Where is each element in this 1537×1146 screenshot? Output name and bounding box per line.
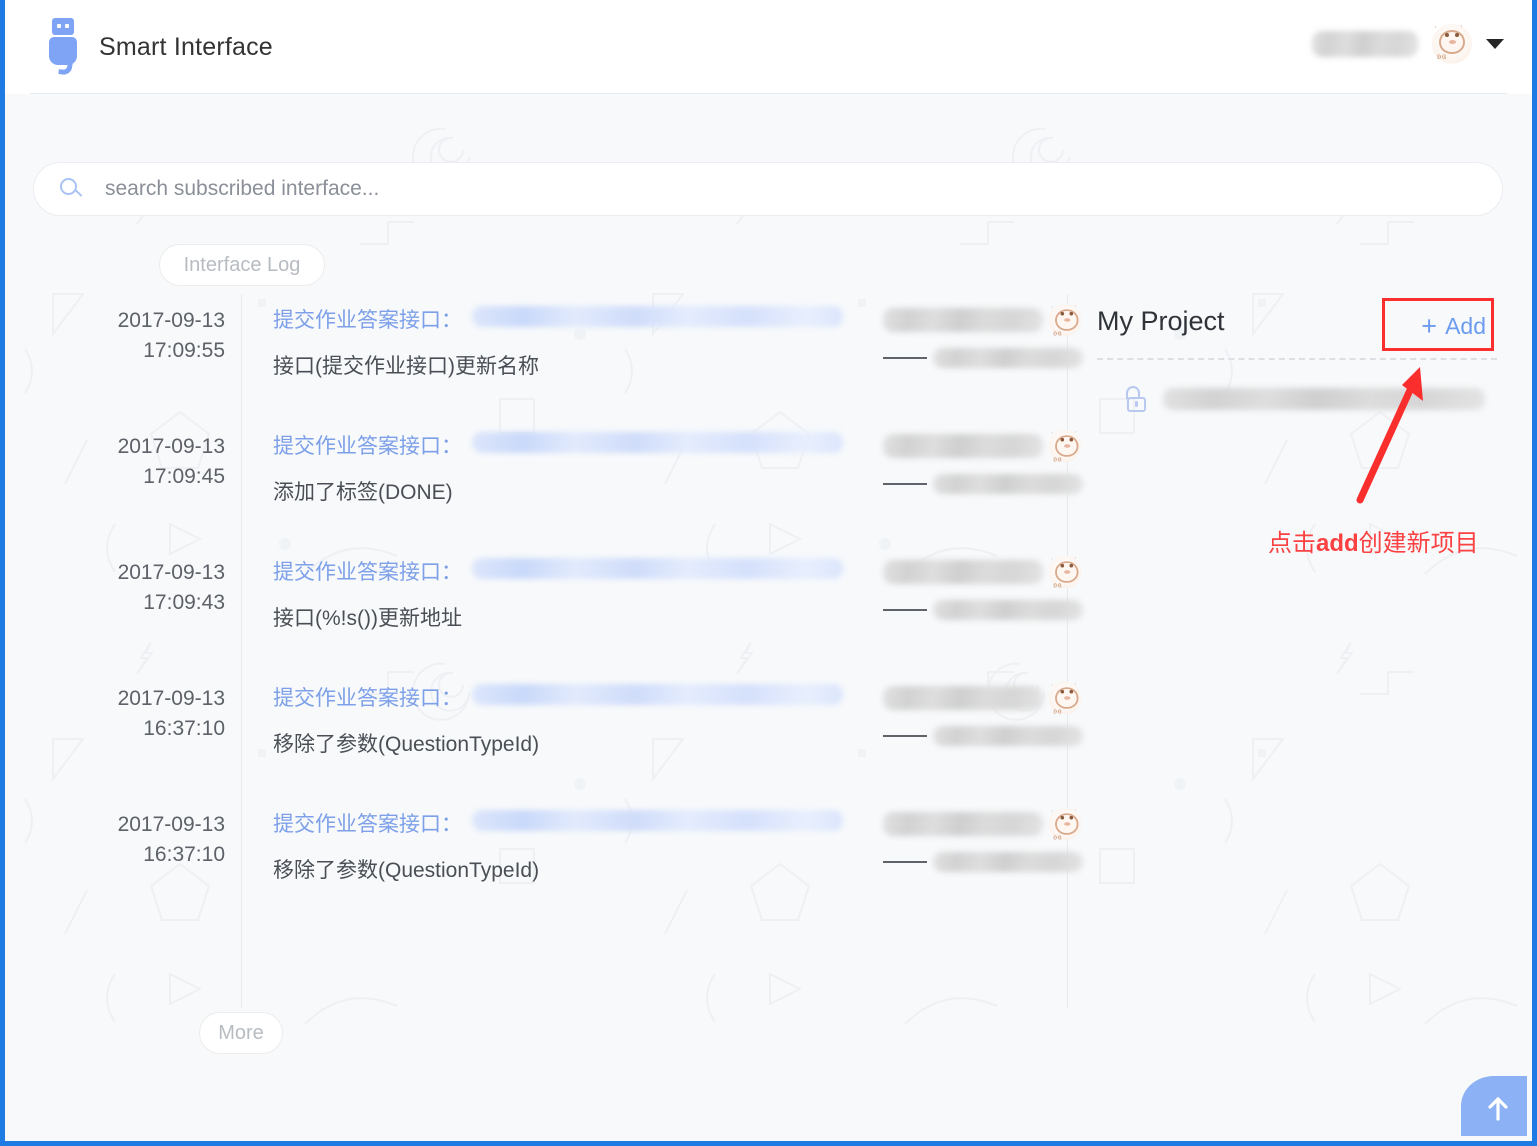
log-entry-description: 移除了参数(QuestionTypeId) bbox=[273, 854, 843, 884]
log-entry-meta-dash bbox=[883, 861, 927, 863]
log-entry-content: 提交作业答案接口： 接口(%!s())更新地址 bbox=[273, 556, 843, 632]
log-entry-time: 17:09:45 bbox=[65, 462, 225, 492]
log-entry-author-block: ʾʿ ʚɞ bbox=[883, 802, 1083, 872]
app-header: Smart Interface ʾʿ ʚɞ bbox=[5, 0, 1532, 94]
log-entry-content: 提交作业答案接口： 移除了参数(QuestionTypeId) bbox=[273, 682, 843, 758]
log-entry-meta-dash bbox=[883, 735, 927, 737]
chevron-down-icon[interactable] bbox=[1486, 39, 1504, 49]
log-entry-meta-redacted bbox=[933, 852, 1083, 872]
username-redacted bbox=[1312, 31, 1418, 57]
interface-log-list: 2017-09-13 17:09:55 提交作业答案接口： 接口(提交作业接口)… bbox=[65, 290, 1075, 920]
log-entry[interactable]: 2017-09-13 17:09:55 提交作业答案接口： 接口(提交作业接口)… bbox=[65, 290, 1075, 416]
log-entry-author-avatar: ʾʿ ʚɞ bbox=[1049, 682, 1081, 714]
log-entry-title[interactable]: 提交作业答案接口： bbox=[273, 682, 462, 712]
log-entry[interactable]: 2017-09-13 16:37:10 提交作业答案接口： 移除了参数(Ques… bbox=[65, 794, 1075, 920]
log-entry-author-avatar: ʾʿ ʚɞ bbox=[1049, 556, 1081, 588]
app-title: Smart Interface bbox=[99, 33, 273, 62]
log-entry-time: 16:37:10 bbox=[65, 714, 225, 744]
log-entry-description: 添加了标签(DONE) bbox=[273, 476, 843, 506]
log-entry-title[interactable]: 提交作业答案接口： bbox=[273, 430, 462, 460]
log-entry-meta-dash bbox=[883, 357, 927, 359]
log-entry-meta-redacted bbox=[933, 348, 1083, 368]
log-entry-content: 提交作业答案接口： 接口(提交作业接口)更新名称 bbox=[273, 304, 843, 380]
log-entry-date: 2017-09-13 bbox=[65, 684, 225, 714]
log-entry-url-redacted bbox=[472, 432, 843, 453]
usb-icon bbox=[45, 18, 81, 76]
log-entry[interactable]: 2017-09-13 17:09:43 提交作业答案接口： 接口(%!s())更… bbox=[65, 542, 1075, 668]
log-entry-author-redacted bbox=[883, 434, 1043, 458]
log-entry-author-avatar: ʾʿ ʚɞ bbox=[1049, 304, 1081, 336]
log-entry-description: 接口(%!s())更新地址 bbox=[273, 602, 843, 632]
log-entry[interactable]: 2017-09-13 16:37:10 提交作业答案接口： 移除了参数(Ques… bbox=[65, 668, 1075, 794]
log-entry-time: 17:09:43 bbox=[65, 588, 225, 618]
log-entry-time: 16:37:10 bbox=[65, 840, 225, 870]
more-button[interactable]: More bbox=[199, 1012, 283, 1054]
log-entry-meta-dash bbox=[883, 483, 927, 485]
browser-window-edge-bottom bbox=[0, 1141, 1537, 1146]
log-entry-content: 提交作业答案接口： 移除了参数(QuestionTypeId) bbox=[273, 808, 843, 884]
user-menu[interactable]: ʾʿ ʚɞ bbox=[1312, 24, 1504, 64]
search-icon bbox=[60, 178, 83, 201]
search-input[interactable] bbox=[103, 176, 1403, 202]
log-entry-timestamp: 2017-09-13 16:37:10 bbox=[65, 810, 225, 870]
tab-interface-log[interactable]: Interface Log bbox=[159, 244, 325, 286]
log-entry-meta-redacted bbox=[933, 474, 1083, 494]
log-entry-date: 2017-09-13 bbox=[65, 810, 225, 840]
log-entry-timestamp: 2017-09-13 17:09:43 bbox=[65, 558, 225, 618]
log-entry-timestamp: 2017-09-13 17:09:45 bbox=[65, 432, 225, 492]
log-entry-date: 2017-09-13 bbox=[65, 558, 225, 588]
log-entry-description: 接口(提交作业接口)更新名称 bbox=[273, 350, 843, 380]
header-divider bbox=[30, 93, 1507, 94]
browser-window-edge-left bbox=[0, 0, 5, 1146]
log-entry-author-block: ʾʿ ʚɞ bbox=[883, 424, 1083, 494]
annotation-text-suffix: 创建新项目 bbox=[1359, 530, 1479, 557]
log-entry-author-redacted bbox=[883, 686, 1043, 710]
log-entry-author-redacted bbox=[883, 560, 1043, 584]
log-entry-title[interactable]: 提交作业答案接口： bbox=[273, 304, 462, 334]
log-entry-timestamp: 2017-09-13 17:09:55 bbox=[65, 306, 225, 366]
log-entry-url-redacted bbox=[472, 810, 843, 831]
log-entry-author-redacted bbox=[883, 812, 1043, 836]
page-body: Interface Log 2017-09-13 17:09:55 提交作业答案… bbox=[5, 94, 1532, 1141]
scroll-to-top-button[interactable] bbox=[1461, 1076, 1527, 1136]
brand[interactable]: Smart Interface bbox=[45, 18, 273, 76]
browser-window-edge-right bbox=[1532, 0, 1537, 1146]
log-entry-description: 移除了参数(QuestionTypeId) bbox=[273, 728, 843, 758]
search-bar[interactable] bbox=[33, 162, 1503, 216]
log-entry-author-block: ʾʿ ʚɞ bbox=[883, 298, 1083, 368]
log-entry-url-redacted bbox=[472, 684, 843, 705]
log-entry-title[interactable]: 提交作业答案接口： bbox=[273, 556, 462, 586]
log-entry-author-avatar: ʾʿ ʚɞ bbox=[1049, 430, 1081, 462]
log-entry-timestamp: 2017-09-13 16:37:10 bbox=[65, 684, 225, 744]
my-project-title: My Project bbox=[1097, 306, 1225, 337]
log-entry-meta-dash bbox=[883, 609, 927, 611]
log-entry-content: 提交作业答案接口： 添加了标签(DONE) bbox=[273, 430, 843, 506]
annotation-text-prefix: 点击 bbox=[1268, 530, 1316, 557]
log-entry-date: 2017-09-13 bbox=[65, 306, 225, 336]
unlocked-lock-icon bbox=[1125, 386, 1147, 412]
log-entry-author-block: ʾʿ ʚɞ bbox=[883, 550, 1083, 620]
log-entry-meta-redacted bbox=[933, 726, 1083, 746]
log-entry-author-avatar: ʾʿ ʚɞ bbox=[1049, 808, 1081, 840]
avatar[interactable]: ʾʿ ʚɞ bbox=[1432, 24, 1472, 64]
log-entry-date: 2017-09-13 bbox=[65, 432, 225, 462]
log-entry-time: 17:09:55 bbox=[65, 336, 225, 366]
log-entry-meta-redacted bbox=[933, 600, 1083, 620]
log-entry-title[interactable]: 提交作业答案接口： bbox=[273, 808, 462, 838]
log-entry-url-redacted bbox=[472, 306, 843, 327]
annotation-text: 点击add创建新项目 bbox=[1268, 523, 1479, 558]
annotation-arrow bbox=[1330, 355, 1450, 505]
log-entry-author-redacted bbox=[883, 308, 1043, 332]
log-entry-author-block: ʾʿ ʚɞ bbox=[883, 676, 1083, 746]
annotation-highlight-box bbox=[1382, 298, 1494, 351]
log-entry[interactable]: 2017-09-13 17:09:45 提交作业答案接口： 添加了标签(DONE… bbox=[65, 416, 1075, 542]
log-entry-url-redacted bbox=[472, 558, 843, 579]
arrow-up-icon bbox=[1486, 1096, 1510, 1122]
annotation-text-bold: add bbox=[1316, 530, 1359, 557]
